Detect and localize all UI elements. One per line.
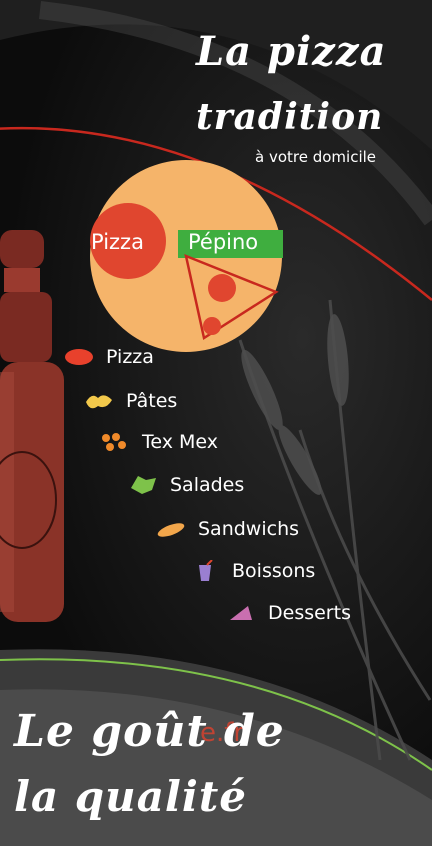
brand-name-part2: Pépino <box>188 230 259 254</box>
menu-item-label: Pâtes <box>126 390 178 412</box>
salad-icon <box>131 476 156 494</box>
drink-icon <box>199 560 213 581</box>
menu-item-texmex[interactable]: Tex Mex <box>100 431 218 453</box>
menu-item-boissons[interactable]: Boissons <box>190 560 315 582</box>
slogan-line1: Le goût de <box>14 706 285 757</box>
dessert-icon <box>230 606 252 620</box>
pizza-logo <box>90 160 283 352</box>
sandwich-icon <box>157 523 185 537</box>
menu-item-label: Tex Mex <box>142 431 219 453</box>
headline-line2: tradition <box>196 96 384 138</box>
pepper-mill-image <box>0 230 64 622</box>
headline-line1: La pizza <box>196 28 387 75</box>
menu-item-label: Desserts <box>268 602 351 624</box>
tagline: à votre domicile <box>255 148 377 166</box>
menu-item-sandwichs[interactable]: Sandwichs <box>156 518 299 540</box>
menu-item-label: Boissons <box>232 560 316 582</box>
slogan-line2: la qualité <box>14 772 247 821</box>
menu-item-label: Pizza <box>106 346 154 368</box>
menu-item-pizza[interactable]: Pizza <box>64 346 154 368</box>
flyer: La pizza tradition à votre domicile Pizz… <box>0 0 432 846</box>
texmex-icon <box>102 433 126 451</box>
menu-item-salades[interactable]: Salades <box>128 474 244 496</box>
pasta-icon <box>86 395 112 409</box>
menu-item-label: Salades <box>170 474 245 496</box>
menu-item-desserts[interactable]: Desserts <box>226 602 351 624</box>
brand-name-part1: Pizza <box>91 230 144 254</box>
menu-item-pates[interactable]: Pâtes <box>84 390 177 412</box>
pizza-icon <box>65 349 93 365</box>
menu-item-label: Sandwichs <box>198 518 300 540</box>
